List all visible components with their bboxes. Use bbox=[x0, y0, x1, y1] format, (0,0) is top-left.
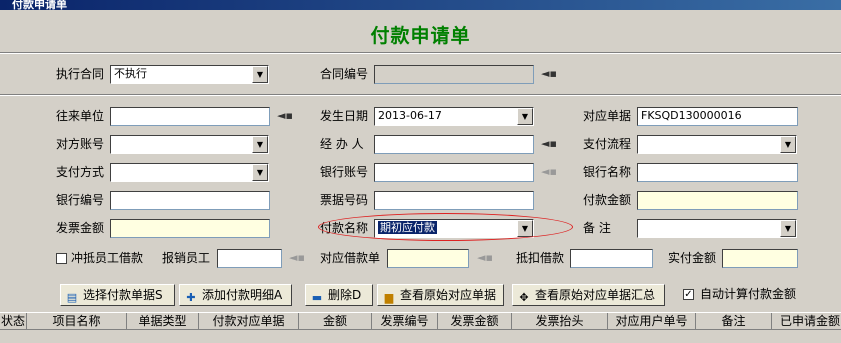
bank-no-label: 银行编号 bbox=[56, 193, 105, 207]
chevron-down-icon[interactable]: ▼ bbox=[780, 136, 796, 153]
window-titlebar: 付款申请单 bbox=[0, 0, 841, 10]
contract-no-label: 合同编号 bbox=[320, 67, 369, 81]
grid-col-pay-doc[interactable]: 付款对应单据 bbox=[199, 313, 299, 330]
partner-pick-icon[interactable]: ◄▪ bbox=[277, 110, 293, 122]
contract-select[interactable]: 不执行 ▼ bbox=[110, 65, 269, 84]
pay-amount-label: 付款金额 bbox=[583, 193, 632, 207]
account-select[interactable]: ▼ bbox=[110, 135, 269, 154]
grid-col-user-no[interactable]: 对应用户单号 bbox=[608, 313, 696, 330]
grid-col-invoice-title[interactable]: 发票抬头 bbox=[512, 313, 608, 330]
detail-grid-header: 状态 项目名称 单据类型 付款对应单据 金额 发票编号 发票金额 发票抬头 对应… bbox=[0, 312, 841, 330]
grid-col-applied-amount[interactable]: 已申请金额 bbox=[772, 313, 841, 330]
chevron-down-icon[interactable]: ▼ bbox=[252, 136, 268, 153]
chevron-down-icon[interactable]: ▼ bbox=[252, 66, 268, 83]
delete-button[interactable]: ▬ 删除D bbox=[305, 284, 373, 306]
grid-col-invoice-no[interactable]: 发票编号 bbox=[372, 313, 438, 330]
actual-label: 实付金额 bbox=[668, 251, 717, 265]
handler-field[interactable] bbox=[374, 135, 534, 154]
contract-no-field bbox=[374, 65, 534, 84]
minus-icon: ▬ bbox=[311, 291, 323, 304]
grid-col-doc-type[interactable]: 单据类型 bbox=[127, 313, 199, 330]
loan-doc-label: 对应借款单 bbox=[320, 251, 381, 265]
form-title: 付款申请单 bbox=[370, 25, 471, 47]
flow-label: 支付流程 bbox=[583, 137, 632, 151]
reimburse-field[interactable] bbox=[217, 249, 282, 268]
view-original-button[interactable]: ▆ 查看原始对应单据 bbox=[377, 284, 504, 306]
offset-checkbox[interactable] bbox=[56, 253, 67, 264]
grid-col-remark[interactable]: 备注 bbox=[696, 313, 772, 330]
auto-calc-label: 自动计算付款金额 bbox=[700, 287, 797, 301]
arrows-icon: ✥ bbox=[519, 291, 529, 304]
doc-field[interactable]: FKSQD130000016 bbox=[637, 107, 798, 126]
document-icon: ▤ bbox=[66, 291, 78, 304]
view-original-summary-button[interactable]: ✥ 查看原始对应单据汇总 bbox=[512, 284, 665, 306]
flow-select[interactable]: ▼ bbox=[637, 135, 797, 154]
select-doc-button[interactable]: ▤ 选择付款单据S bbox=[60, 284, 175, 306]
bank-name-label: 银行名称 bbox=[583, 165, 632, 179]
bank-name-field[interactable] bbox=[637, 163, 798, 182]
grid-col-item-name[interactable]: 项目名称 bbox=[27, 313, 127, 330]
add-detail-button[interactable]: ✚ 添加付款明细A bbox=[179, 284, 292, 306]
paymethod-label: 支付方式 bbox=[56, 165, 105, 179]
grid-col-invoice-amount[interactable]: 发票金额 bbox=[438, 313, 512, 330]
auto-calc-checkbox[interactable]: ✓ bbox=[683, 289, 694, 300]
partner-field[interactable] bbox=[110, 107, 270, 126]
form-header: 付款申请单 bbox=[0, 10, 841, 52]
reimburse-label: 报销员工 bbox=[162, 251, 211, 265]
remark-label: 备 注 bbox=[583, 221, 611, 235]
pay-amount-field[interactable] bbox=[637, 191, 798, 210]
actual-field[interactable] bbox=[722, 249, 798, 268]
grid-col-status[interactable]: 状态 bbox=[0, 313, 27, 330]
chevron-down-icon[interactable]: ▼ bbox=[517, 108, 533, 125]
bill-no-field[interactable] bbox=[374, 191, 534, 210]
doc-label: 对应单据 bbox=[583, 109, 632, 123]
header-divider bbox=[0, 52, 841, 54]
highlight-annotation bbox=[318, 213, 573, 241]
date-value: 2013-06-17 bbox=[378, 109, 442, 122]
chevron-down-icon[interactable]: ▼ bbox=[252, 164, 268, 181]
bank-account-pick-icon[interactable]: ◄▪ bbox=[541, 166, 557, 178]
bank-no-field[interactable] bbox=[110, 191, 270, 210]
partner-label: 往来单位 bbox=[56, 109, 105, 123]
top-divider bbox=[0, 94, 841, 96]
contract-pick-icon[interactable]: ◄▪ bbox=[541, 68, 557, 80]
handler-label: 经 办 人 bbox=[320, 137, 364, 151]
bank-account-label: 银行账号 bbox=[320, 165, 369, 179]
loan-doc-field[interactable] bbox=[387, 249, 469, 268]
reimburse-pick-icon[interactable]: ◄▪ bbox=[289, 252, 305, 264]
remark-select[interactable]: ▼ bbox=[637, 219, 797, 238]
plus-icon: ✚ bbox=[186, 291, 196, 304]
account-label: 对方账号 bbox=[56, 137, 105, 151]
bank-account-field[interactable] bbox=[374, 163, 534, 182]
handler-pick-icon[interactable]: ◄▪ bbox=[541, 138, 557, 150]
folder-icon: ▆ bbox=[384, 291, 394, 304]
contract-label: 执行合同 bbox=[56, 67, 105, 81]
invoice-amount-field[interactable] bbox=[110, 219, 270, 238]
date-picker[interactable]: 2013-06-17 ▼ bbox=[374, 107, 534, 126]
paymethod-select[interactable]: ▼ bbox=[110, 163, 269, 182]
deduct-label: 抵扣借款 bbox=[516, 251, 565, 265]
bill-no-label: 票据号码 bbox=[320, 193, 369, 207]
grid-col-amount[interactable]: 金额 bbox=[299, 313, 372, 330]
invoice-amount-label: 发票金额 bbox=[56, 221, 105, 235]
window-title: 付款申请单 bbox=[12, 0, 67, 10]
offset-label: 冲抵员工借款 bbox=[71, 251, 144, 265]
loan-doc-pick-icon[interactable]: ◄▪ bbox=[477, 252, 493, 264]
contract-select-value: 不执行 bbox=[114, 67, 147, 80]
payment-request-window: 付款申请单 付款申请单 执行合同 不执行 ▼ 合同编号 ◄▪ 往来单位 ◄▪ 发… bbox=[0, 0, 841, 343]
date-label: 发生日期 bbox=[320, 109, 369, 123]
deduct-field[interactable] bbox=[570, 249, 653, 268]
chevron-down-icon[interactable]: ▼ bbox=[780, 220, 796, 237]
